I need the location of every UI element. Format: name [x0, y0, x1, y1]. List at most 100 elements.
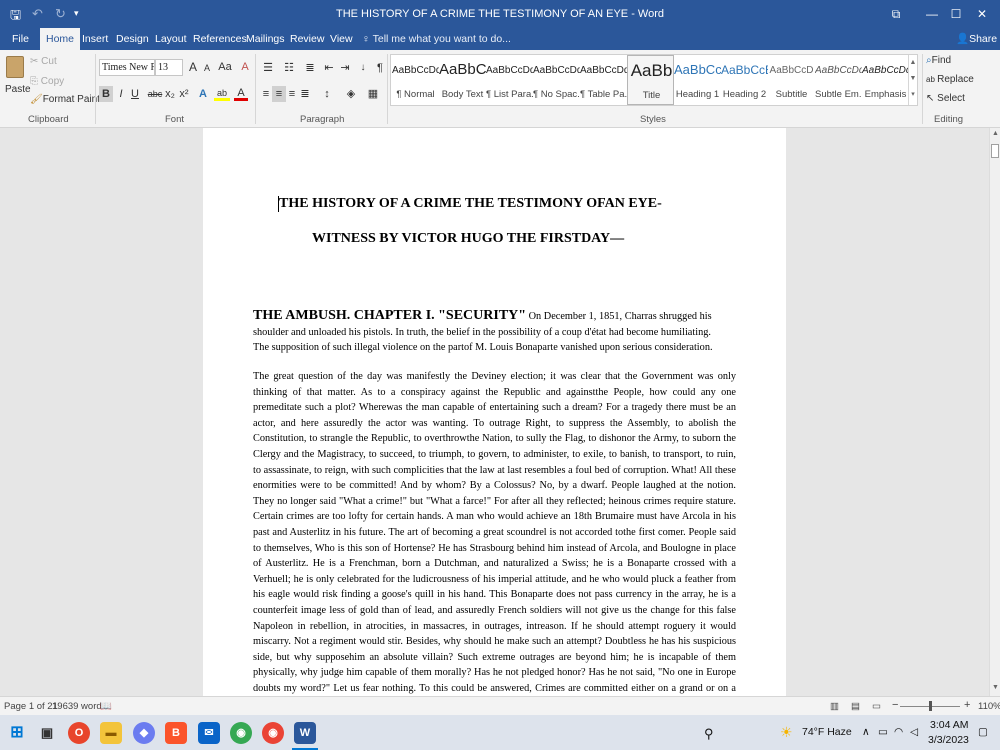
- multilevel-list-icon[interactable]: ≣: [301, 60, 319, 76]
- weather-icon[interactable]: ☀: [780, 724, 793, 741]
- page-count[interactable]: Page 1 of 21: [4, 701, 58, 712]
- show-hidden-icons-icon[interactable]: ∧: [862, 726, 870, 738]
- tab-insert[interactable]: Insert: [76, 28, 114, 50]
- shrink-font-button[interactable]: A: [200, 60, 214, 76]
- document-page[interactable]: THE HISTORY OF A CRIME THE TESTIMONY OFA…: [203, 128, 786, 696]
- editing-group-label: Editing: [934, 114, 964, 125]
- weather-text[interactable]: 74°F Haze: [802, 726, 852, 738]
- brave-icon[interactable]: B: [165, 722, 187, 744]
- chrome-icon[interactable]: ◉: [230, 722, 252, 744]
- proofing-icon[interactable]: 📖: [100, 701, 112, 712]
- notification-icon[interactable]: ▢: [978, 726, 988, 738]
- zoom-in-button[interactable]: +: [964, 699, 970, 711]
- style-body-text[interactable]: AaBbC Body Text: [439, 55, 486, 105]
- tab-design[interactable]: Design: [110, 28, 155, 50]
- task-view-icon[interactable]: ▣: [36, 722, 58, 744]
- paste-button[interactable]: Paste: [5, 84, 31, 95]
- style-subtitle[interactable]: AaBbCcD Subtitle: [768, 55, 815, 105]
- tell-me-box[interactable]: ♀ Tell me what you want to do...: [362, 28, 511, 50]
- highlight-color-button[interactable]: ab: [214, 85, 230, 101]
- increase-indent-icon[interactable]: ⇥: [338, 60, 352, 76]
- network-icon[interactable]: ▭: [878, 726, 888, 738]
- find-button[interactable]: ⌕Find: [926, 55, 951, 66]
- text-effects-button[interactable]: A: [196, 86, 210, 102]
- copilot-icon[interactable]: ◆: [133, 722, 155, 744]
- print-layout-icon[interactable]: ▤: [851, 701, 860, 712]
- replace-button[interactable]: ab Replace: [926, 74, 974, 85]
- word-count[interactable]: 19639 words: [52, 701, 106, 712]
- paste-icon[interactable]: [6, 56, 24, 78]
- scroll-down-icon[interactable]: ▼: [991, 684, 1000, 691]
- italic-button[interactable]: I: [114, 86, 128, 102]
- clear-formatting-button[interactable]: A: [238, 59, 252, 75]
- font-color-button[interactable]: A: [234, 85, 248, 101]
- cut-button[interactable]: ✂ Cut: [30, 56, 57, 67]
- zoom-slider-thumb[interactable]: [929, 701, 932, 711]
- format-painter-button[interactable]: 🖌Format Painter: [30, 94, 109, 105]
- tab-view[interactable]: View: [324, 28, 359, 50]
- styles-scroll[interactable]: ▲ ▼ ▾: [908, 55, 917, 105]
- opera-icon[interactable]: O: [68, 722, 90, 744]
- share-button[interactable]: 👤Share: [956, 28, 997, 50]
- read-mode-icon[interactable]: ▥: [830, 701, 839, 712]
- superscript-button[interactable]: x²: [177, 86, 191, 102]
- change-case-button[interactable]: Aa: [216, 59, 234, 75]
- window-title: THE HISTORY OF A CRIME THE TESTIMONY OF …: [335, 8, 665, 20]
- file-explorer-icon[interactable]: ▬: [100, 722, 122, 744]
- zoom-out-button[interactable]: −: [892, 699, 898, 711]
- web-layout-icon[interactable]: ▭: [872, 701, 881, 712]
- clock-time[interactable]: 3:04 AM: [930, 719, 969, 731]
- font-name-combo[interactable]: Times New Ro: [99, 59, 155, 76]
- tab-layout[interactable]: Layout: [149, 28, 193, 50]
- line-spacing-icon[interactable]: ↕: [318, 86, 336, 102]
- style-emphasis[interactable]: AaBbCcDd Emphasis: [862, 55, 909, 105]
- scroll-thumb[interactable]: [991, 144, 999, 158]
- accessibility-icon[interactable]: ⚲: [704, 726, 714, 742]
- align-center-icon[interactable]: ≡: [272, 86, 286, 102]
- bullets-icon[interactable]: ☰: [259, 60, 277, 76]
- show-marks-button[interactable]: ¶: [373, 60, 387, 76]
- tab-home[interactable]: Home: [40, 28, 81, 50]
- numbering-icon[interactable]: ☷: [280, 60, 298, 76]
- style-heading-2[interactable]: AaBbCcE Heading 2: [721, 55, 768, 105]
- tab-file[interactable]: File: [6, 28, 35, 50]
- style-table-paragraph[interactable]: AaBbCcDd¶ Table Pa...: [580, 55, 627, 105]
- doc-paragraph-1: THE AMBUSH. CHAPTER I. "SECURITY" On Dec…: [253, 308, 723, 356]
- windows-start-icon[interactable]: ⊞: [6, 722, 28, 744]
- scroll-up-icon[interactable]: ▲: [991, 130, 1000, 137]
- decrease-indent-icon[interactable]: ⇤: [322, 60, 336, 76]
- paragraph-group-label: Paragraph: [300, 114, 345, 125]
- select-button[interactable]: ↖ Select: [926, 93, 965, 104]
- close-button[interactable]: ✕: [962, 0, 1000, 28]
- vertical-scrollbar[interactable]: ▲ ▼: [989, 128, 1000, 696]
- justify-icon[interactable]: ≣: [298, 86, 312, 102]
- font-size-combo[interactable]: 13: [155, 59, 183, 76]
- volume-icon[interactable]: ◁: [910, 726, 918, 738]
- mail-icon[interactable]: ✉: [198, 722, 220, 744]
- word-taskbar-icon[interactable]: W: [294, 722, 316, 744]
- tab-mailings[interactable]: Mailings: [240, 28, 291, 50]
- sort-icon[interactable]: ↓: [356, 60, 370, 76]
- bold-button[interactable]: B: [99, 86, 113, 102]
- style-heading-1[interactable]: AaBbCc Heading 1: [674, 55, 721, 105]
- style-list-paragraph[interactable]: AaBbCcDd¶ List Para...: [486, 55, 533, 105]
- clock-date[interactable]: 3/3/2023: [928, 734, 969, 746]
- underline-button[interactable]: U: [128, 86, 142, 102]
- ribbon-display-button[interactable]: ⧉: [876, 0, 916, 28]
- style-no-spacing[interactable]: AaBbCcDd ¶ No Spac...: [533, 55, 580, 105]
- align-right-icon[interactable]: ≡: [285, 86, 299, 102]
- grow-font-button[interactable]: A: [186, 59, 200, 75]
- copy-button[interactable]: ⎘ Copy: [30, 76, 64, 87]
- subscript-button[interactable]: x₂: [163, 86, 177, 102]
- strikethrough-button[interactable]: abc: [146, 86, 164, 102]
- borders-icon[interactable]: ▦: [364, 86, 382, 102]
- wifi-icon[interactable]: ◠: [894, 726, 903, 738]
- style-normal[interactable]: AaBbCcDd ¶ Normal: [392, 55, 439, 105]
- zoom-level[interactable]: 110%: [978, 701, 1000, 712]
- style-subtle-emphasis[interactable]: AaBbCcDd Subtle Em...: [815, 55, 862, 105]
- align-left-icon[interactable]: ≡: [259, 86, 273, 102]
- style-title[interactable]: AaBb Title: [627, 55, 674, 105]
- shading-icon[interactable]: ◈: [342, 86, 360, 102]
- chapter-heading: THE AMBUSH. CHAPTER I. "SECURITY": [253, 308, 527, 323]
- chrome-2-icon[interactable]: ◉: [262, 722, 284, 744]
